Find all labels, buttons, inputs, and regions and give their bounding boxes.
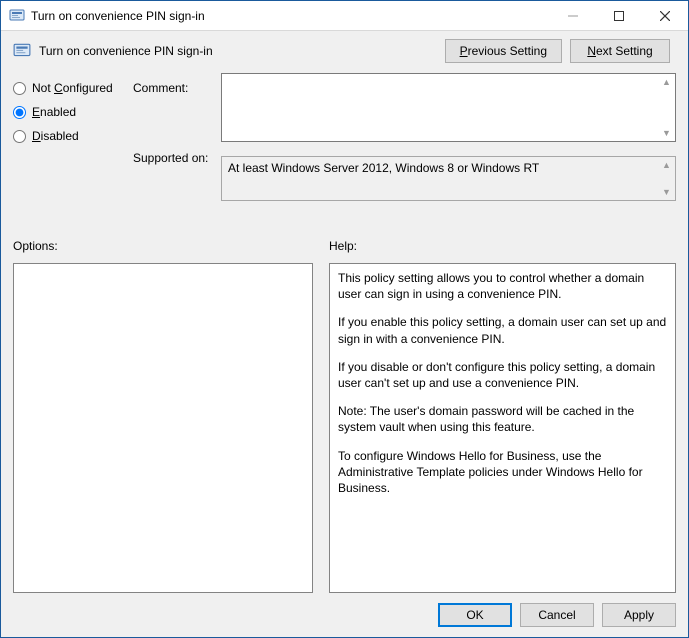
help-paragraph: If you enable this policy setting, a dom…	[338, 314, 667, 346]
radio-label: Enabled	[32, 105, 76, 119]
help-column: Help: This policy setting allows you to …	[329, 239, 676, 593]
radio-disabled[interactable]: Disabled	[13, 129, 133, 143]
help-paragraph: To configure Windows Hello for Business,…	[338, 448, 667, 497]
radio-label: Not Configured	[32, 81, 113, 95]
cancel-button[interactable]: Cancel	[520, 603, 594, 627]
help-paragraph: This policy setting allows you to contro…	[338, 270, 667, 302]
label-column: Comment: Supported on:	[133, 73, 221, 221]
close-button[interactable]	[642, 1, 688, 30]
policy-header-row: Turn on convenience PIN sign-in Previous…	[1, 31, 688, 69]
policy-title: Turn on convenience PIN sign-in	[39, 44, 445, 58]
next-setting-button[interactable]: Next Setting	[570, 39, 670, 63]
upper-area: Not Configured Enabled Disabled Comment:…	[1, 69, 688, 221]
lower-area: Options: Help: This policy setting allow…	[1, 221, 688, 593]
help-paragraph: Note: The user's domain password will be…	[338, 403, 667, 435]
comment-label: Comment:	[133, 81, 221, 95]
policy-icon	[13, 42, 31, 60]
radio-enabled-input[interactable]	[13, 106, 26, 119]
gpo-setting-dialog: Turn on convenience PIN sign-in	[0, 0, 689, 638]
window-title: Turn on convenience PIN sign-in	[31, 9, 550, 23]
comment-field-wrap: ▲ ▼	[221, 73, 676, 142]
window-controls	[550, 1, 688, 30]
policy-icon	[9, 8, 25, 24]
input-column: ▲ ▼ ▲ ▼	[221, 73, 676, 221]
radio-not-configured[interactable]: Not Configured	[13, 81, 133, 95]
help-panel: This policy setting allows you to contro…	[329, 263, 676, 593]
options-panel[interactable]	[13, 263, 313, 593]
radio-enabled[interactable]: Enabled	[13, 105, 133, 119]
radio-disabled-input[interactable]	[13, 130, 26, 143]
state-column: Not Configured Enabled Disabled	[13, 73, 133, 221]
maximize-button[interactable]	[596, 1, 642, 30]
apply-button[interactable]: Apply	[602, 603, 676, 627]
ok-button[interactable]: OK	[438, 603, 512, 627]
dialog-footer: OK Cancel Apply	[1, 593, 688, 637]
supported-on-field	[222, 157, 675, 197]
supported-on-field-wrap: ▲ ▼	[221, 156, 676, 201]
help-paragraph: If you disable or don't configure this p…	[338, 359, 667, 391]
previous-setting-button[interactable]: Previous Setting	[445, 39, 562, 63]
supported-on-label: Supported on:	[133, 151, 221, 165]
radio-not-configured-input[interactable]	[13, 82, 26, 95]
comment-field[interactable]	[222, 74, 675, 138]
help-label: Help:	[329, 239, 676, 253]
radio-label: Disabled	[32, 129, 79, 143]
minimize-button[interactable]	[550, 1, 596, 30]
titlebar: Turn on convenience PIN sign-in	[1, 1, 688, 31]
options-label: Options:	[13, 239, 313, 253]
options-column: Options:	[13, 239, 313, 593]
